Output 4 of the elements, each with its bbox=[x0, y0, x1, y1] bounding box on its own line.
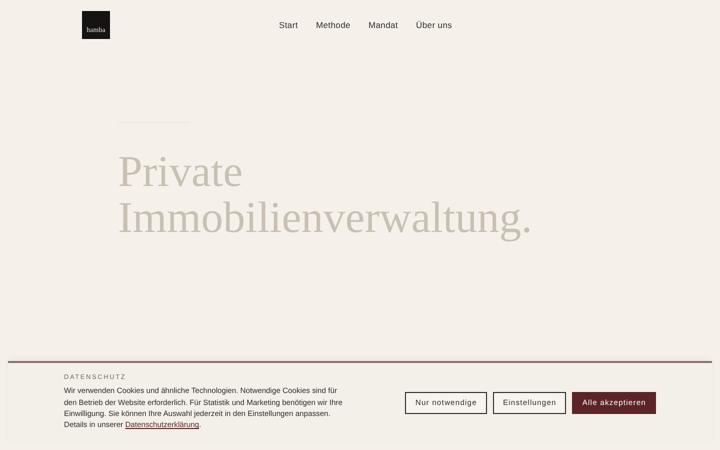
nav-link[interactable]: Mandat bbox=[368, 20, 398, 30]
nav-link[interactable]: Start bbox=[279, 20, 298, 30]
nav-link[interactable]: Über uns bbox=[416, 20, 452, 30]
nav-link[interactable]: Methode bbox=[316, 20, 350, 30]
